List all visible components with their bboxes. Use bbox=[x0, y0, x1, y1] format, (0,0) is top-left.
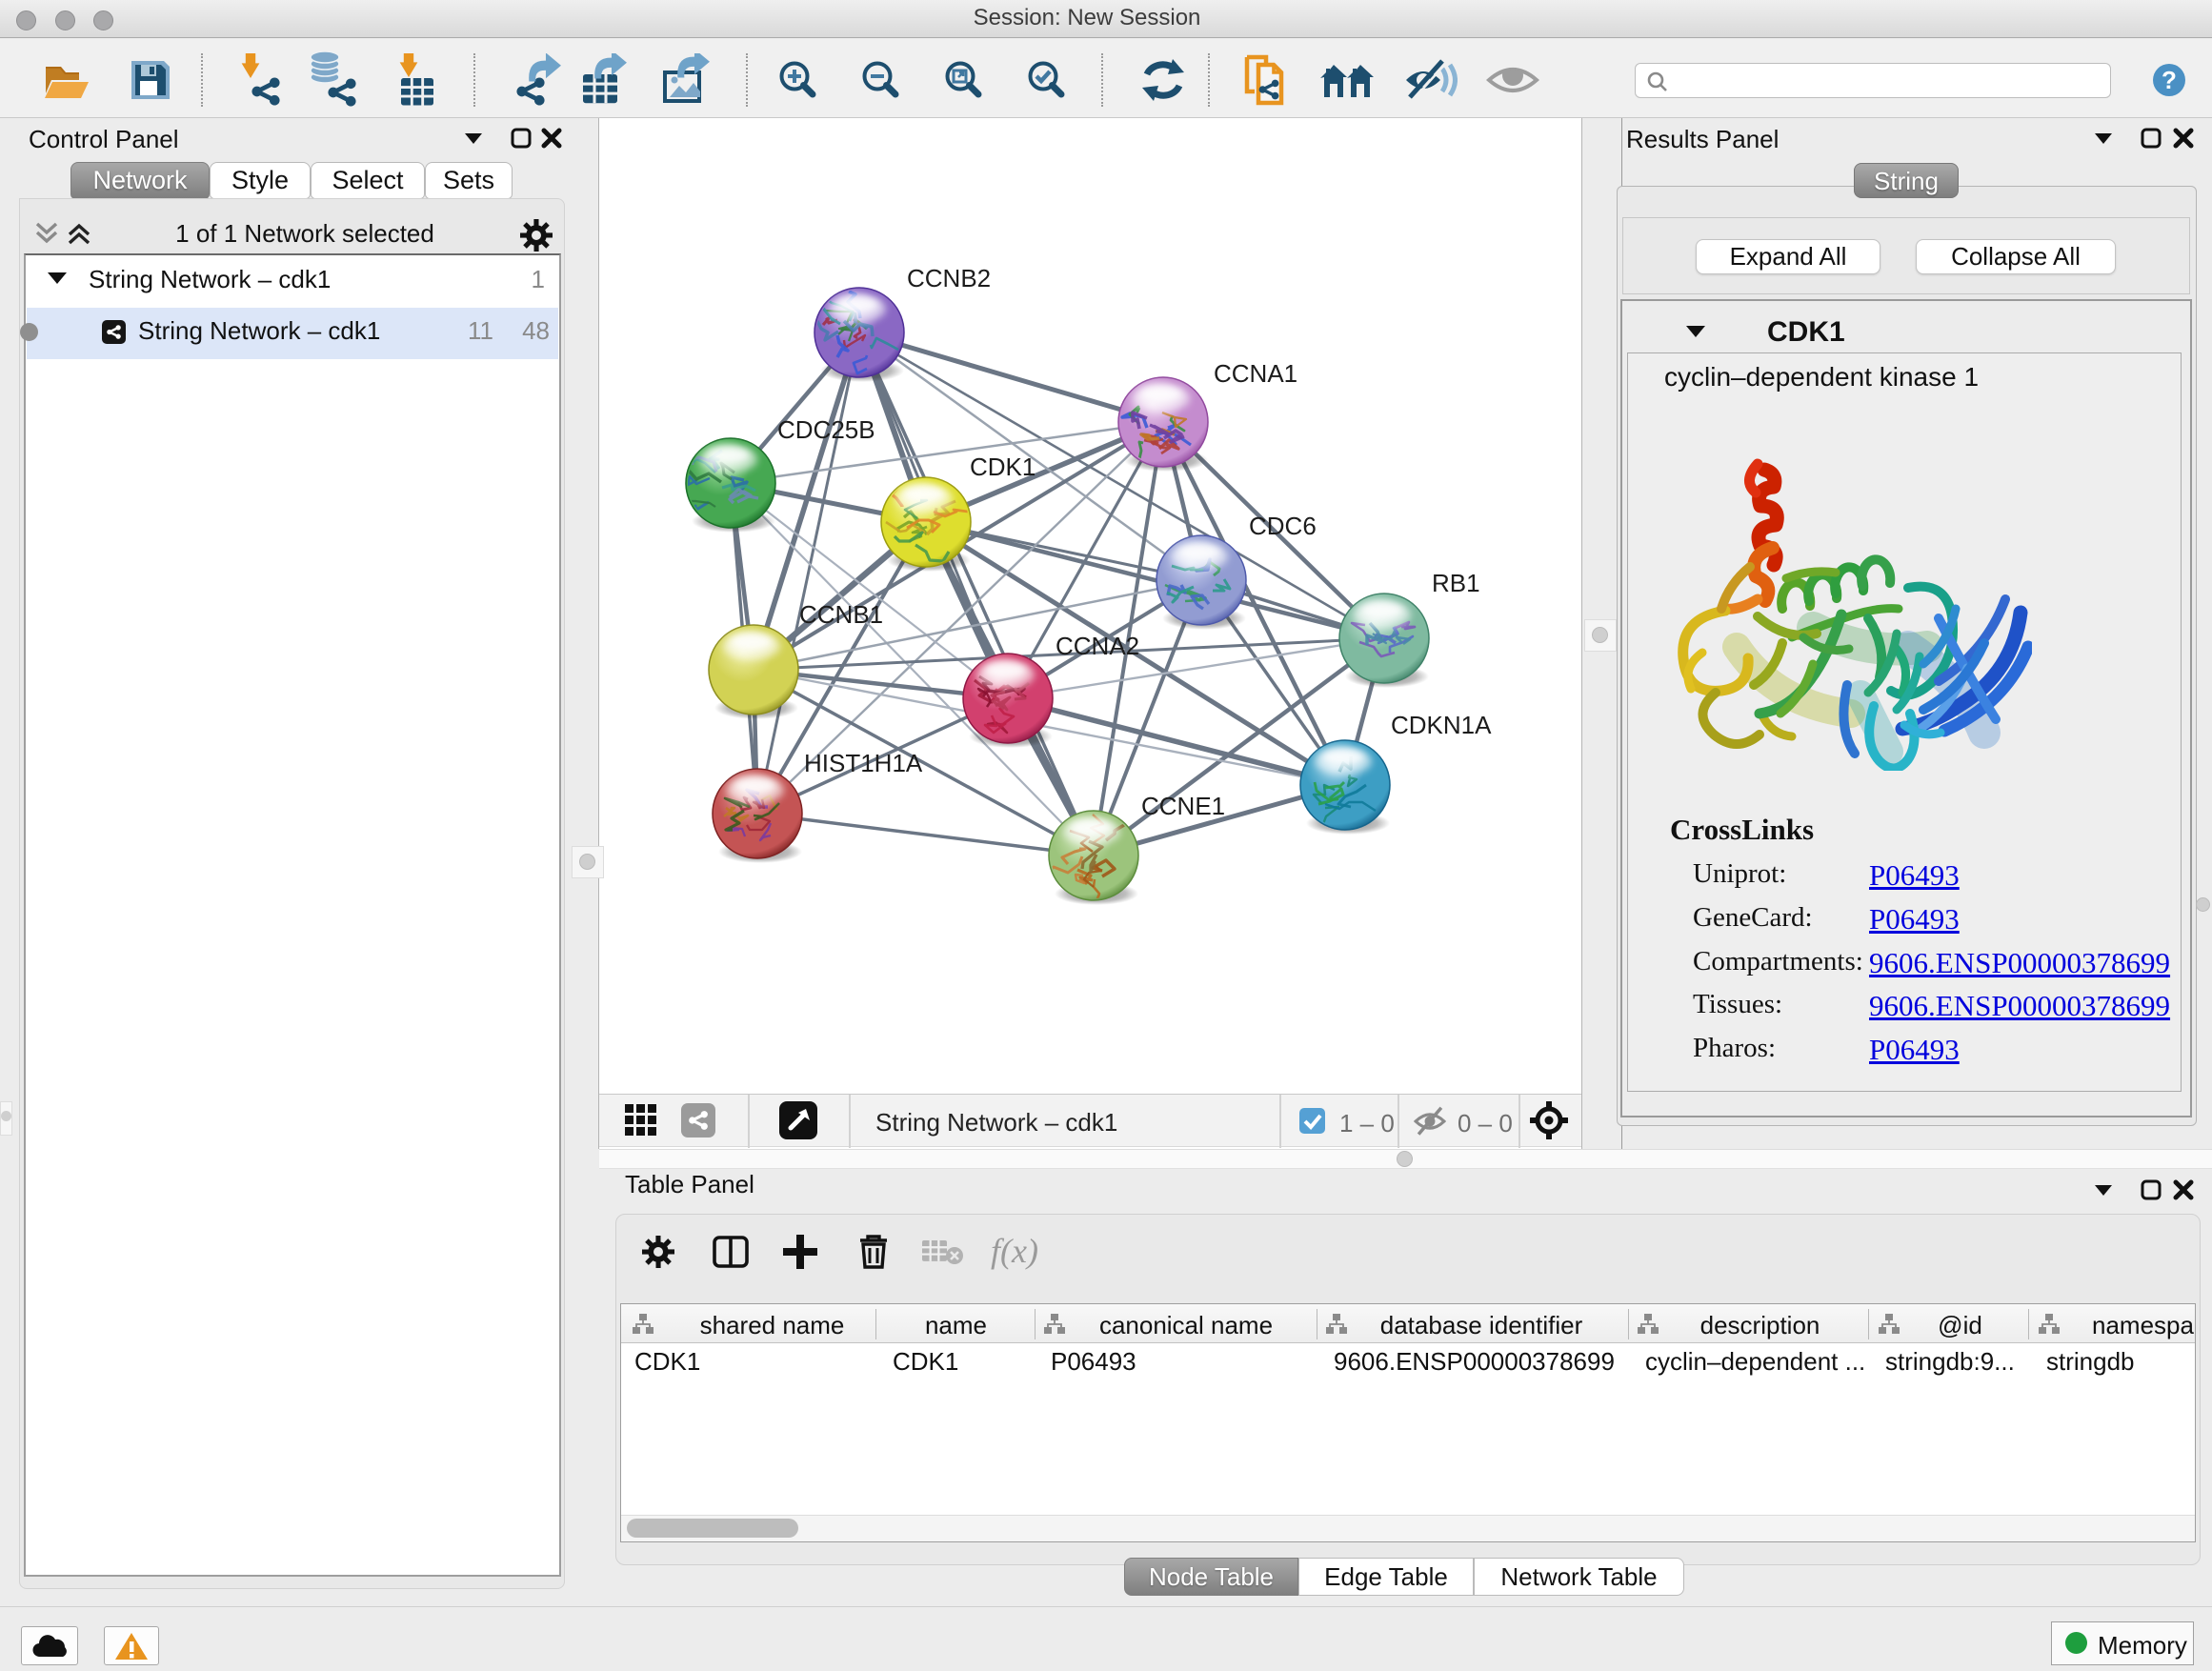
svg-text:CDK1: CDK1 bbox=[970, 453, 1036, 481]
svg-text:RB1: RB1 bbox=[1432, 569, 1480, 597]
svg-text:CCNA1: CCNA1 bbox=[1214, 359, 1297, 388]
svg-text:CCNA2: CCNA2 bbox=[1056, 632, 1139, 660]
svg-text:CDKN1A: CDKN1A bbox=[1391, 711, 1492, 739]
svg-text:CCNE1: CCNE1 bbox=[1141, 792, 1225, 820]
svg-text:CCNB2: CCNB2 bbox=[907, 264, 991, 292]
svg-text:HIST1H1A: HIST1H1A bbox=[804, 749, 923, 777]
svg-text:CCNB1: CCNB1 bbox=[799, 600, 883, 629]
svg-text:CDC6: CDC6 bbox=[1249, 512, 1317, 540]
svg-text:CDC25B: CDC25B bbox=[777, 415, 875, 444]
